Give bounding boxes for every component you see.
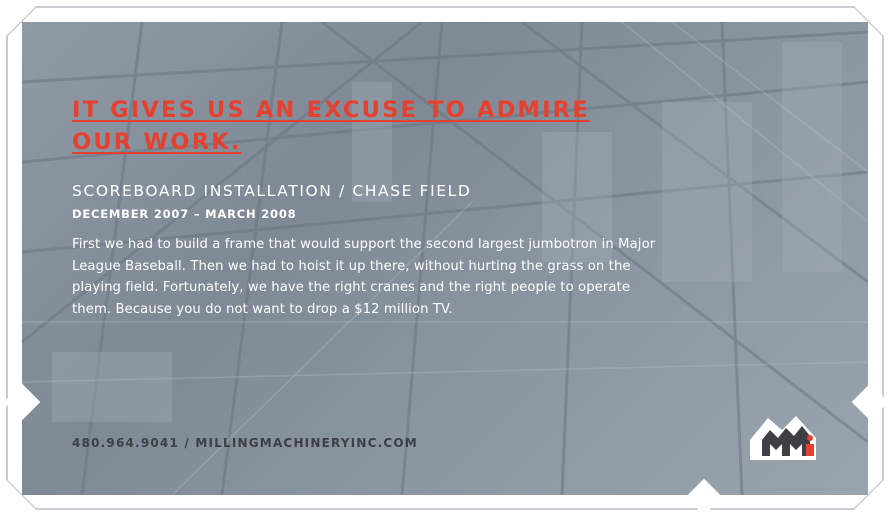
postcard: IT GIVES US AN EXCUSE TO ADMIRE OUR WORK… — [0, 0, 892, 517]
project-dates: DECEMBER 2007 – MARCH 2008 — [72, 207, 297, 221]
contact-info: 480.964.9041 / MILLINGMACHINERYINC.COM — [72, 436, 418, 450]
headline-line-2: OUR WORK. — [72, 129, 242, 155]
photo-panel: IT GIVES US AN EXCUSE TO ADMIRE OUR WORK… — [22, 22, 868, 495]
headline-line-1: IT GIVES US AN EXCUSE TO ADMIRE — [72, 97, 590, 123]
mmi-logo-icon — [750, 416, 816, 460]
headline: IT GIVES US AN EXCUSE TO ADMIRE OUR WORK… — [72, 94, 672, 158]
project-title: SCOREBOARD INSTALLATION / CHASE FIELD — [72, 182, 472, 200]
project-description: First we had to build a frame that would… — [72, 237, 656, 317]
